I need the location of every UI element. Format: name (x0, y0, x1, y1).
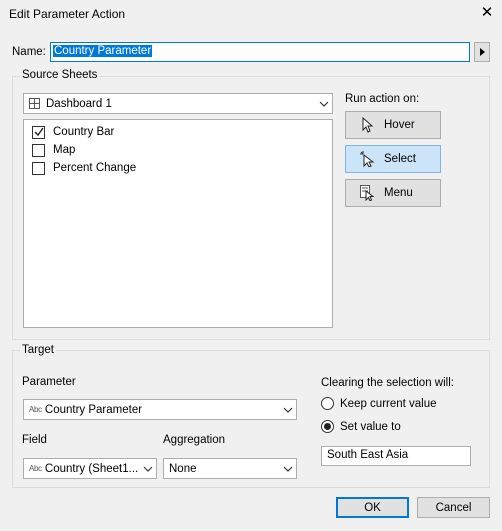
cancel-button[interactable]: Cancel (417, 497, 490, 518)
field-label: Field (22, 434, 47, 446)
chevron-down-icon (280, 461, 296, 477)
checkbox[interactable] (32, 143, 45, 157)
dashboard-dropdown-value: Dashboard 1 (46, 97, 112, 110)
hover-button[interactable]: Hover (345, 111, 441, 139)
target-label: Target (20, 344, 56, 356)
run-action-label: Run action on: (345, 93, 420, 105)
set-value-to-option[interactable]: Set value to (321, 420, 401, 433)
insert-field-button[interactable] (474, 42, 490, 62)
arrow-right-icon (479, 48, 485, 56)
sheet-row-map[interactable]: Map (24, 141, 332, 159)
source-sheets-label: Source Sheets (20, 69, 100, 81)
close-icon[interactable]: ✕ (477, 3, 497, 23)
pointer-icon (360, 117, 376, 133)
field-dropdown[interactable]: Abc Country (Sheet1... (23, 458, 157, 479)
ok-button[interactable]: OK (336, 497, 409, 518)
menu-label: Menu (384, 187, 413, 199)
chevron-down-icon (316, 96, 332, 112)
set-value-input[interactable]: South East Asia (321, 446, 471, 466)
abc-icon: Abc (29, 405, 42, 414)
name-input-value: Country Parameter (53, 45, 153, 57)
chevron-down-icon (140, 461, 156, 477)
abc-icon: Abc (29, 464, 42, 473)
parameter-value: Country Parameter (44, 403, 143, 416)
dashboard-dropdown[interactable]: Dashboard 1 (23, 93, 333, 114)
window-title: Edit Parameter Action (9, 7, 126, 21)
parameter-dropdown[interactable]: Abc Country Parameter (23, 399, 297, 420)
radio-button[interactable] (321, 420, 334, 433)
dashboard-icon (29, 98, 40, 109)
parameter-label: Parameter (22, 376, 76, 388)
chevron-down-icon (280, 402, 296, 418)
hover-label: Hover (384, 119, 415, 131)
radio-button[interactable] (321, 397, 334, 410)
checkbox[interactable] (32, 161, 45, 175)
aggregation-label: Aggregation (163, 434, 226, 446)
sheet-list: Country Bar Map Percent Change (23, 119, 333, 328)
sheet-label: Percent Change (53, 162, 137, 174)
menu-pointer-icon (360, 185, 376, 201)
field-value: Country (Sheet1... (44, 462, 139, 475)
aggregation-dropdown[interactable]: None (163, 458, 297, 479)
sheet-label: Country Bar (53, 126, 115, 138)
name-input[interactable]: Country Parameter (50, 42, 470, 62)
keep-current-value-label: Keep current value (340, 397, 437, 410)
sheet-label: Map (53, 144, 76, 156)
select-pointer-icon (360, 151, 376, 167)
select-button[interactable]: Select (345, 145, 441, 173)
keep-current-value-option[interactable]: Keep current value (321, 397, 437, 410)
name-label: Name: (12, 46, 46, 58)
aggregation-value: None (169, 462, 197, 475)
menu-button[interactable]: Menu (345, 179, 441, 207)
sheet-row-percent-change[interactable]: Percent Change (24, 159, 332, 177)
set-value-to-label: Set value to (340, 420, 401, 433)
select-label: Select (384, 153, 416, 165)
clearing-label: Clearing the selection will: (321, 377, 454, 389)
sheet-row-country-bar[interactable]: Country Bar (24, 123, 332, 141)
checkbox[interactable] (32, 125, 45, 139)
